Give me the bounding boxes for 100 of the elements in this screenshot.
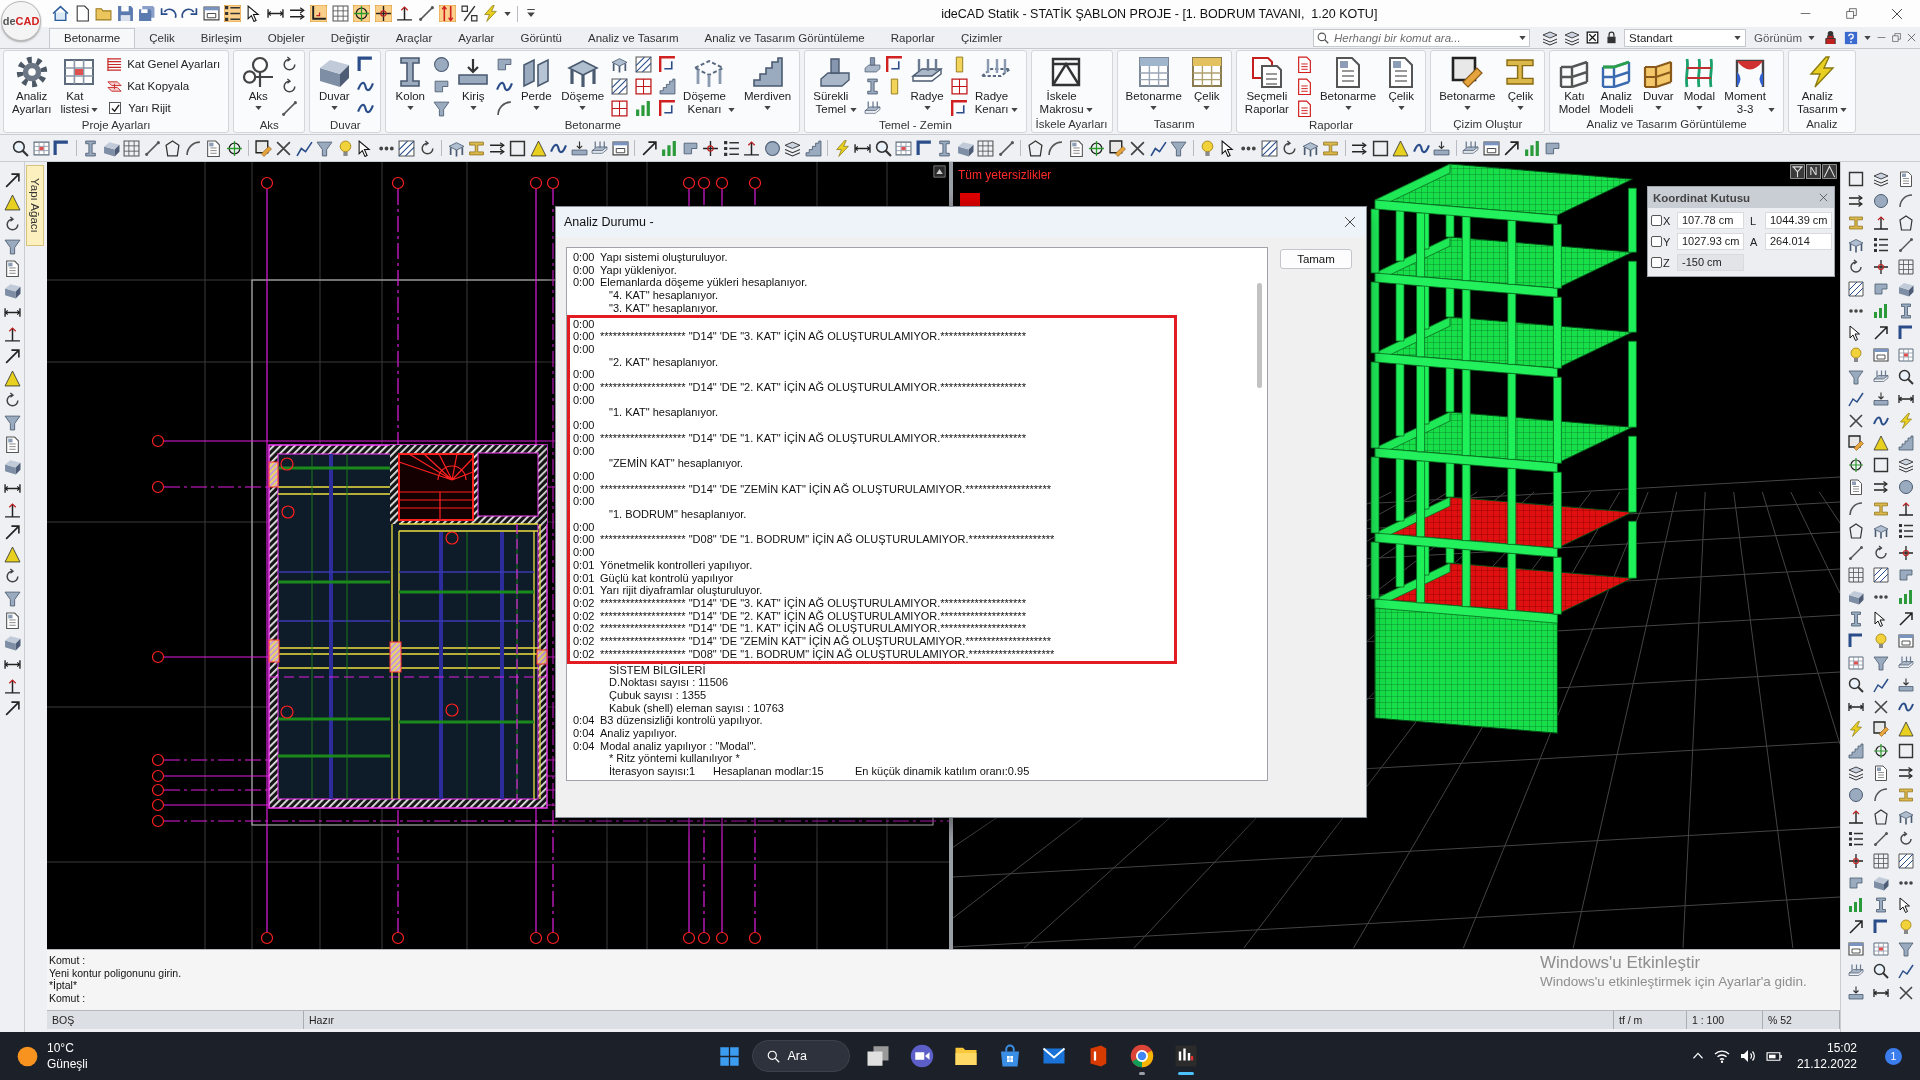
funnel-icon[interactable] <box>3 590 21 607</box>
checkbox[interactable] <box>1651 215 1662 226</box>
ribbon-button[interactable]: Kiriş <box>455 51 492 110</box>
l-block-icon[interactable] <box>1872 281 1889 297</box>
arc-icon[interactable] <box>1047 139 1064 157</box>
bars-icon[interactable] <box>1872 303 1889 319</box>
target-icon[interactable] <box>1088 139 1105 157</box>
bars-icon[interactable] <box>635 99 653 117</box>
stairs-icon[interactable] <box>1897 435 1914 451</box>
ribbon-button[interactable]: Döşeme Kenarı <box>681 51 737 116</box>
ribbon-button[interactable]: Kat Kopyala <box>105 75 223 97</box>
triangle-icon[interactable] <box>1872 435 1889 451</box>
ribbon-button[interactable]: Betonarme <box>1437 51 1498 110</box>
grid-dots-icon[interactable] <box>1872 853 1889 869</box>
speaker-icon[interactable] <box>1739 1048 1756 1064</box>
close-icon[interactable] <box>1344 216 1356 228</box>
pencil-icon[interactable] <box>1872 721 1889 737</box>
arrows-icon[interactable] <box>1351 139 1368 157</box>
table-icon[interactable] <box>447 139 465 157</box>
window-icon[interactable] <box>1482 139 1500 157</box>
i-beam-icon[interactable] <box>1872 501 1889 517</box>
corner-l-icon[interactable] <box>310 5 327 22</box>
wall-block-icon[interactable] <box>956 139 974 157</box>
hatch-icon[interactable] <box>635 55 653 73</box>
triangle-icon[interactable] <box>1392 139 1409 157</box>
funnel-icon[interactable] <box>1170 139 1187 157</box>
rotate-icon[interactable] <box>418 139 436 157</box>
ribbon-button[interactable]: Analiz Modeli <box>1597 51 1636 116</box>
ribbon-tab[interactable]: Objeler <box>255 28 317 48</box>
arrow-icon[interactable] <box>640 139 658 157</box>
pencil-icon[interactable] <box>254 139 272 157</box>
notification-badge[interactable]: 1 <box>1885 1047 1902 1065</box>
ribbon-button[interactable]: Döşeme <box>559 51 607 110</box>
grid-dots-icon[interactable] <box>1847 567 1864 583</box>
video-camera-icon[interactable] <box>909 1044 934 1068</box>
ribbon-button[interactable]: Moment 3-3 <box>1722 51 1777 116</box>
document-icon[interactable] <box>1872 765 1889 781</box>
stairs-icon[interactable] <box>1847 743 1864 759</box>
cross-icon[interactable] <box>1129 139 1146 157</box>
rotate-icon[interactable] <box>3 392 21 409</box>
chart-line-icon[interactable] <box>1847 391 1864 407</box>
page-lines-icon[interactable] <box>1295 77 1313 95</box>
target-icon[interactable] <box>353 5 370 22</box>
crosshair-icon[interactable] <box>374 5 392 22</box>
arrow-icon[interactable] <box>3 524 21 541</box>
arrow-up-line-icon[interactable] <box>3 678 21 695</box>
quad-grid-icon[interactable] <box>950 77 968 95</box>
arrows-icon[interactable] <box>288 5 306 22</box>
funnel-icon[interactable] <box>433 99 451 117</box>
corner-frame-icon[interactable] <box>886 55 904 73</box>
funnel-icon[interactable] <box>1847 369 1864 385</box>
chart-line-icon[interactable] <box>1872 677 1889 693</box>
ribbon-button[interactable]: Duvar <box>1640 51 1677 110</box>
ribbon-button[interactable]: Duvar <box>316 51 353 110</box>
quad-grid-icon[interactable] <box>635 77 653 95</box>
document-icon[interactable] <box>3 612 21 629</box>
plate-icon[interactable] <box>1847 963 1864 979</box>
document-icon[interactable] <box>205 139 222 157</box>
magnifier-icon[interactable] <box>1872 963 1889 979</box>
square-icon[interactable] <box>1872 457 1889 473</box>
stairs-icon[interactable] <box>804 139 822 157</box>
arc-icon[interactable] <box>1847 501 1864 517</box>
page-lines-icon[interactable] <box>1295 99 1313 117</box>
arrow-bar-icon[interactable] <box>1433 139 1450 157</box>
funnel-tile-icon[interactable] <box>1790 164 1805 179</box>
funnel-icon[interactable] <box>316 139 333 157</box>
view-button[interactable]: N <box>1806 164 1821 179</box>
window-icon[interactable] <box>611 139 629 157</box>
ribbon-tab[interactable]: Raporlar <box>878 28 947 48</box>
arrow-icon[interactable] <box>3 700 21 717</box>
layers-icon[interactable] <box>1897 457 1914 473</box>
ribbon-button[interactable]: Radye <box>908 51 946 110</box>
coordinate-field[interactable]: 1044.39 cm <box>1765 212 1832 229</box>
ok-button[interactable]: Tamam <box>1280 249 1352 269</box>
ribbon-button[interactable]: Aks <box>240 51 277 110</box>
arc-icon[interactable] <box>1872 787 1889 803</box>
arc-icon[interactable] <box>496 99 514 117</box>
ribbon-button[interactable]: İskele Makrosu <box>1037 51 1095 116</box>
triangle-icon[interactable] <box>529 139 547 157</box>
arrow-bar-icon[interactable] <box>1897 677 1914 693</box>
ribbon-button[interactable]: Kat listesi <box>58 51 101 116</box>
triangle-icon[interactable] <box>1897 721 1914 737</box>
stamp-icon[interactable] <box>1823 30 1838 45</box>
ribbon-button[interactable]: Perde <box>518 51 555 110</box>
line-icon[interactable] <box>1847 545 1864 561</box>
ribbon-button[interactable]: Çelik <box>1502 51 1539 110</box>
chart-line-icon[interactable] <box>1897 963 1914 979</box>
view-menu-button[interactable]: Görünüm <box>1752 31 1817 44</box>
wall-block-icon[interactable] <box>1847 589 1864 605</box>
column-icon[interactable] <box>936 139 953 157</box>
floppy-icon[interactable] <box>116 5 134 22</box>
percent-icon[interactable] <box>460 5 478 22</box>
arrow-icon[interactable] <box>1847 919 1864 935</box>
polygon-icon[interactable] <box>1897 215 1914 231</box>
floppies-icon[interactable] <box>138 5 155 22</box>
arrows-icon[interactable] <box>488 139 506 157</box>
bars-icon[interactable] <box>1897 589 1914 605</box>
arc-icon[interactable] <box>1897 193 1914 209</box>
wall-block-icon[interactable] <box>3 282 21 299</box>
line-icon[interactable] <box>1872 831 1889 847</box>
